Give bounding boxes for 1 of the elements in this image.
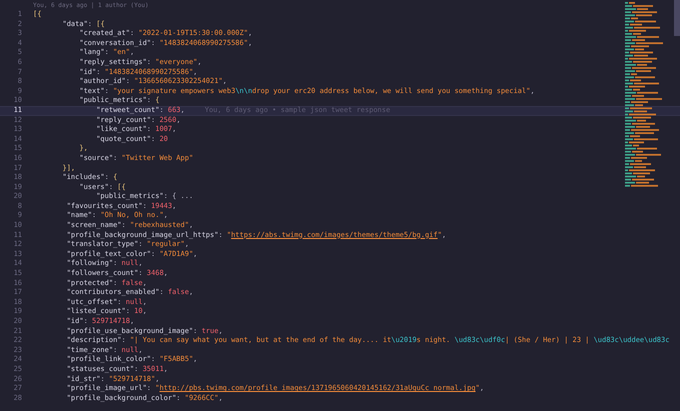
scrollbar-thumb[interactable]	[674, 0, 680, 36]
